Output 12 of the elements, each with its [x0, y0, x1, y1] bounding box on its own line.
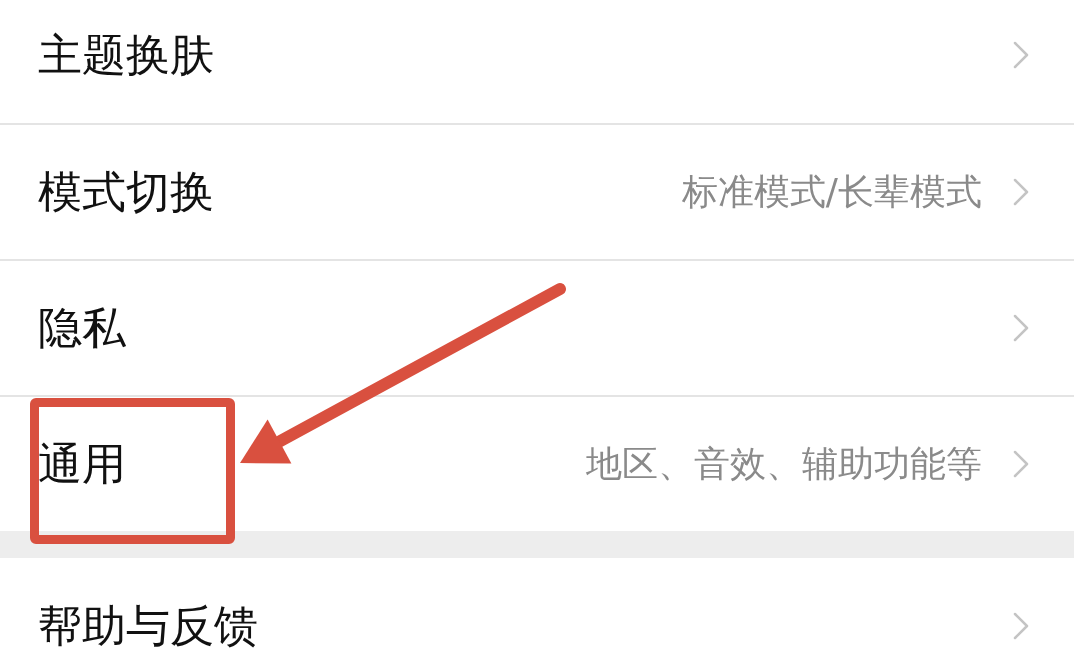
setting-label: 帮助与反馈 — [38, 598, 258, 653]
setting-label: 隐私 — [38, 300, 126, 355]
setting-label: 通用 — [38, 436, 126, 491]
setting-value: 标准模式/长辈模式 — [681, 169, 982, 214]
setting-label: 主题换肤 — [38, 27, 214, 82]
chevron-icon[interactable] — [1012, 40, 1030, 70]
chevron-icon[interactable] — [1012, 449, 1030, 479]
chevron-icon[interactable] — [1012, 177, 1030, 207]
setting-value: 地区、音效、辅助功能等 — [586, 441, 982, 486]
chevron-icon[interactable] — [1012, 313, 1030, 343]
chevron-icon[interactable] — [1012, 611, 1030, 641]
setting-label: 模式切换 — [38, 164, 214, 219]
